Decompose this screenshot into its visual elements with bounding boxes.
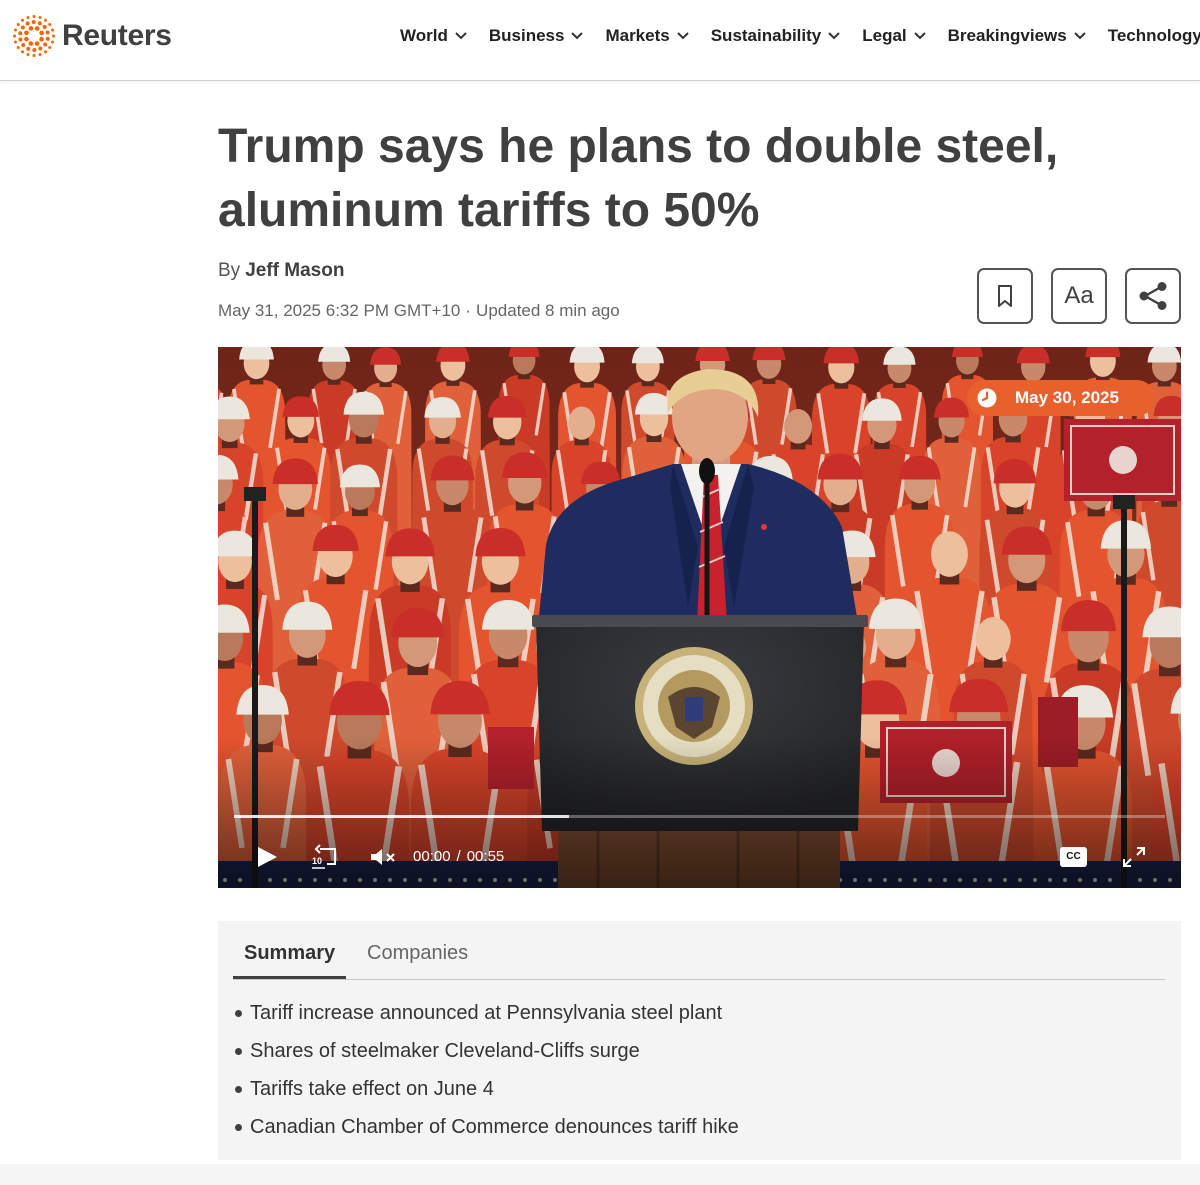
nav-item-world[interactable]: World: [400, 24, 467, 48]
chevron-down-icon: [828, 32, 840, 40]
nav-item-label: Sustainability: [710, 26, 822, 45]
play-icon[interactable]: [256, 846, 278, 868]
video-buffered-fill: [234, 815, 570, 818]
active-tab-indicator: [233, 976, 346, 979]
nav-item-label: Markets: [605, 26, 670, 45]
author-link[interactable]: Jeff Mason: [245, 260, 344, 281]
nav-item-label: Legal: [862, 26, 907, 45]
text-size-label: Aa: [1064, 282, 1094, 309]
tab-companies[interactable]: Companies: [367, 941, 468, 965]
brand-name[interactable]: Reuters: [62, 19, 172, 53]
replay-10-button[interactable]: 10: [311, 844, 339, 870]
nav-item-sustainability[interactable]: Sustainability: [711, 24, 841, 48]
site-header: Reuters World Business Markets Sustainab…: [0, 0, 1200, 81]
video-date-text: May 30, 2025: [1015, 388, 1119, 407]
nav-item-legal[interactable]: Legal: [862, 24, 926, 48]
duration: 00:55: [466, 848, 505, 865]
closed-captions-icon: CC: [1066, 851, 1081, 862]
muted-speaker-icon[interactable]: [370, 847, 398, 867]
summary-list: Tariff increase announced at Pennsylvani…: [233, 994, 1163, 1146]
updated-time: Updated 8 min ago: [476, 301, 620, 320]
nav-item-label: Business: [488, 26, 565, 45]
video-progress-bar[interactable]: [234, 815, 1165, 818]
nav-item-markets[interactable]: Markets: [605, 24, 689, 48]
summary-bullet-text: Tariffs take effect on June 4: [250, 1078, 494, 1100]
byline-prefix: By: [218, 260, 241, 281]
chevron-down-icon: [913, 32, 926, 40]
nav-item-technology[interactable]: Technology: [1108, 24, 1200, 48]
summary-bullet-text: Tariff increase announced at Pennsylvani…: [250, 1002, 723, 1024]
share-button[interactable]: [1125, 268, 1181, 324]
nav-item-label: Technology: [1107, 26, 1200, 45]
chevron-down-icon: [571, 32, 584, 40]
closed-captions-button[interactable]: CC: [1060, 847, 1087, 867]
summary-bullet-text: Shares of steelmaker Cleveland-Cliffs su…: [250, 1040, 640, 1062]
video-player[interactable]: May 30, 2025 10 00:00 / 00:55 CC: [218, 347, 1181, 888]
chevron-down-icon: [1074, 32, 1086, 40]
summary-bullet: Canadian Chamber of Commerce denounces t…: [233, 1108, 1163, 1146]
nav-item-business[interactable]: Business: [489, 24, 584, 48]
bullet-dot-icon: [235, 1086, 242, 1093]
replay-seconds-label: 10: [312, 856, 323, 866]
chevron-down-icon: [677, 32, 689, 40]
tab-summary[interactable]: Summary: [244, 941, 335, 965]
tab-divider: [233, 979, 1165, 980]
main-nav: World Business Markets Sustainability Le…: [400, 24, 1200, 48]
byline: By Jeff Mason: [218, 259, 344, 283]
current-time: 00:00: [413, 848, 451, 865]
time-separator: /: [456, 848, 461, 865]
summary-bullet: Tariff increase announced at Pennsylvani…: [233, 994, 1163, 1032]
summary-panel: Summary Companies Tariff increase announ…: [218, 921, 1181, 1160]
dateline: May 31, 2025 6:32 PM GMT+10 · Updated 8 mi…: [218, 300, 620, 322]
video-still-image: [218, 347, 1181, 888]
nav-item-label: World: [400, 26, 448, 45]
video-date-badge: May 30, 2025: [967, 380, 1155, 416]
summary-bullet: Tariffs take effect on June 4: [233, 1070, 1163, 1108]
video-time: 00:00 / 00:55: [413, 847, 504, 867]
page: Reuters World Business Markets Sustainab…: [0, 0, 1200, 1185]
bullet-dot-icon: [235, 1010, 242, 1017]
dateline-separator: ·: [465, 301, 472, 320]
summary-bullet-text: Canadian Chamber of Commerce denounces t…: [250, 1116, 739, 1138]
published-time: May 31, 2025 6:32 PM GMT+10: [218, 301, 461, 320]
summary-bullet: Shares of steelmaker Cleveland-Cliffs su…: [233, 1032, 1163, 1070]
text-size-button[interactable]: Aa: [1051, 268, 1107, 324]
article-headline: Trump says he plans to double steel, alu…: [218, 120, 1059, 237]
bookmark-icon: [998, 285, 1012, 307]
bookmark-button[interactable]: [977, 268, 1033, 324]
nav-item-label: Breakingviews: [947, 26, 1067, 45]
page-bottom-band: [0, 1164, 1200, 1185]
bullet-dot-icon: [235, 1124, 242, 1131]
clock-icon: [977, 388, 997, 408]
fullscreen-icon[interactable]: [1122, 846, 1146, 868]
reuters-dots-logo-icon[interactable]: [12, 14, 56, 58]
nav-item-breakingviews[interactable]: Breakingviews: [948, 24, 1086, 48]
chevron-down-icon: [455, 32, 467, 40]
share-icon: [1139, 282, 1167, 310]
bullet-dot-icon: [235, 1048, 242, 1055]
